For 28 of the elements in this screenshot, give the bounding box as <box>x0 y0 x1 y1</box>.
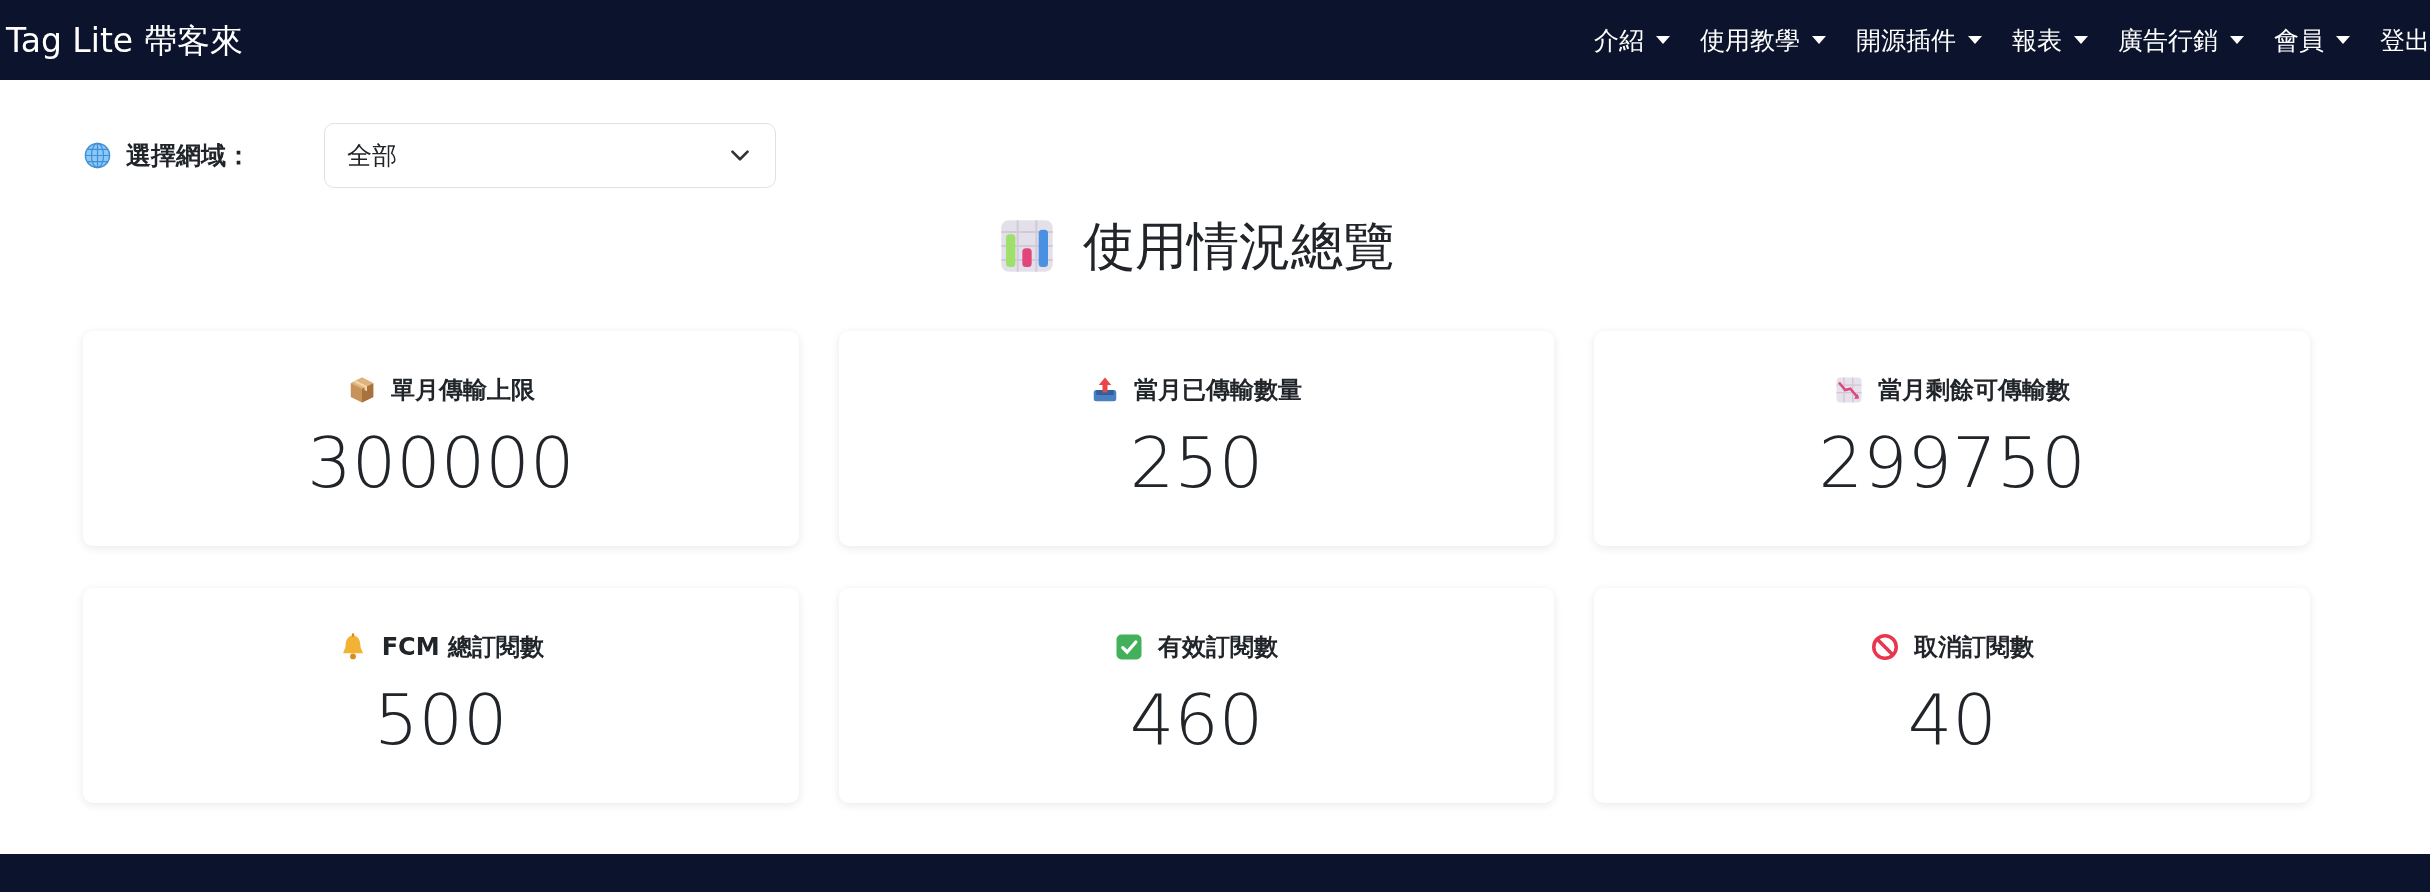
domain-select[interactable]: 全部 <box>324 123 776 188</box>
stat-value: 299750 <box>1818 425 2086 502</box>
globe-icon <box>83 141 112 170</box>
nav-dropdown[interactable]: 會員 <box>2274 23 2350 57</box>
nav-dropdown[interactable]: 開源插件 <box>1856 23 1982 57</box>
bar-chart-icon <box>998 218 1055 274</box>
stat-value: 300000 <box>307 425 575 502</box>
stat-label: 有效訂閱數 <box>1158 632 1279 663</box>
chart-decreasing-icon <box>1834 375 1865 405</box>
stat-label: 取消訂閱數 <box>1914 632 2035 663</box>
nav-dropdown[interactable]: 使用教學 <box>1700 23 1826 57</box>
nav-dropdown[interactable]: 報表 <box>2012 23 2088 57</box>
nav-dropdown[interactable]: 廣告行銷 <box>2118 23 2244 57</box>
page-title: 使用情況總覽 <box>1082 220 1395 272</box>
filter-label: 選擇網域： <box>126 140 251 172</box>
nav-link[interactable]: 登出 <box>2380 23 2430 57</box>
prohibited-icon <box>1870 632 1901 662</box>
stat-value: 460 <box>1129 682 1264 759</box>
stat-label: 單月傳輸上限 <box>390 375 535 406</box>
stat-value: 500 <box>374 682 508 759</box>
stat-label: 當月剩餘可傳輸數 <box>1878 375 2071 406</box>
nav-dropdown[interactable]: 介紹 <box>1594 23 1670 57</box>
stat-label: 當月已傳輸數量 <box>1134 375 1303 406</box>
stat-value: 250 <box>1129 425 1264 502</box>
stat-label: FCM 總訂閱數 <box>381 632 544 663</box>
brand-link[interactable]: Tag Lite 帶客來 <box>6 23 243 57</box>
stat-value: 40 <box>1907 682 1997 759</box>
check-mark-icon <box>1114 632 1145 662</box>
